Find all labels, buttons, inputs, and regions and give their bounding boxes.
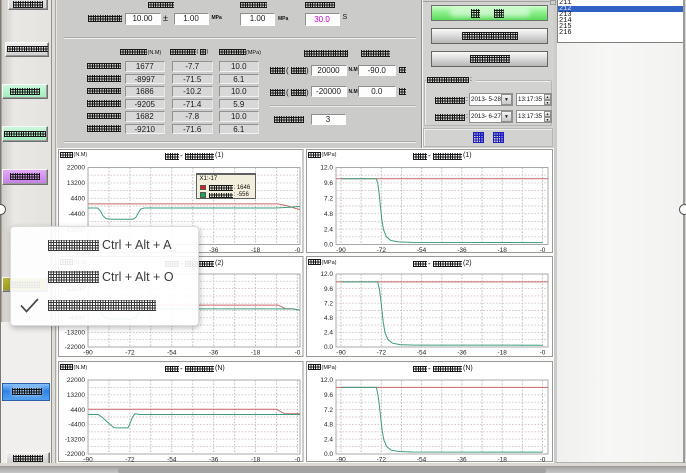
svg-text:-36: -36 (457, 456, 467, 462)
svg-text:9.6: 9.6 (324, 286, 333, 293)
svg-text:-90: -90 (83, 456, 93, 462)
svg-text:0.0: 0.0 (324, 344, 333, 351)
svg-text:9.6: 9.6 (324, 180, 333, 187)
svg-text:-13200: -13200 (65, 330, 86, 337)
svg-text:-36: -36 (209, 246, 219, 252)
svg-text:-0: -0 (540, 246, 546, 252)
svg-text:-18: -18 (251, 246, 261, 252)
svg-text:-90: -90 (336, 349, 346, 356)
svg-text:-36: -36 (457, 349, 467, 356)
svg-text:-18: -18 (251, 349, 261, 356)
svg-text:-54: -54 (167, 349, 177, 356)
svg-text:-90: -90 (83, 349, 93, 356)
svg-text:-22000: -22000 (65, 451, 86, 458)
svg-text:12.0: 12.0 (320, 164, 333, 171)
svg-text:2.4: 2.4 (324, 226, 333, 233)
svg-text:-18: -18 (497, 246, 507, 252)
svg-text:-0: -0 (540, 349, 546, 356)
svg-text:-22000: -22000 (65, 344, 86, 351)
svg-text:-72: -72 (377, 246, 387, 252)
svg-text:-0: -0 (295, 349, 301, 356)
svg-text:22000: 22000 (67, 377, 85, 384)
svg-text:22000: 22000 (67, 164, 85, 171)
svg-text:13200: 13200 (67, 180, 85, 187)
svg-text:-72: -72 (377, 456, 387, 462)
svg-text:2.4: 2.4 (324, 436, 333, 443)
svg-text:12.0: 12.0 (320, 377, 333, 384)
svg-text:-18: -18 (497, 456, 507, 462)
svg-text:4400: 4400 (71, 407, 86, 414)
svg-text:-4400: -4400 (68, 422, 85, 429)
svg-text:-36: -36 (209, 456, 219, 462)
svg-text:-0: -0 (295, 246, 301, 252)
svg-text:0.0: 0.0 (324, 241, 333, 248)
svg-text:9.6: 9.6 (324, 392, 333, 399)
svg-text:-72: -72 (125, 349, 135, 356)
svg-text:0.0: 0.0 (324, 451, 333, 458)
svg-text:2.4: 2.4 (324, 330, 333, 337)
svg-text:-72: -72 (125, 456, 135, 462)
svg-text:-4400: -4400 (68, 210, 85, 217)
svg-text:4400: 4400 (71, 195, 86, 202)
svg-text:-90: -90 (336, 246, 346, 252)
svg-text:-13200: -13200 (65, 436, 86, 443)
svg-text:4.8: 4.8 (324, 315, 333, 322)
svg-text:-18: -18 (251, 456, 261, 462)
svg-text:-54: -54 (417, 246, 427, 252)
svg-text:-54: -54 (167, 456, 177, 462)
svg-text:-0: -0 (540, 456, 546, 462)
svg-text:12.0: 12.0 (320, 271, 333, 278)
svg-text:4.8: 4.8 (324, 422, 333, 429)
svg-text:-90: -90 (336, 456, 346, 462)
svg-text:-36: -36 (209, 349, 219, 356)
svg-text:4.8: 4.8 (324, 210, 333, 217)
svg-text:-54: -54 (417, 456, 427, 462)
svg-text:13200: 13200 (67, 392, 85, 399)
svg-text:-72: -72 (377, 349, 387, 356)
svg-text:-0: -0 (295, 456, 301, 462)
svg-text:-18: -18 (497, 349, 507, 356)
svg-text:7.2: 7.2 (324, 195, 333, 202)
svg-text:-36: -36 (457, 246, 467, 252)
svg-text:7.2: 7.2 (324, 407, 333, 414)
svg-text:-54: -54 (417, 349, 427, 356)
svg-text:7.2: 7.2 (324, 300, 333, 307)
